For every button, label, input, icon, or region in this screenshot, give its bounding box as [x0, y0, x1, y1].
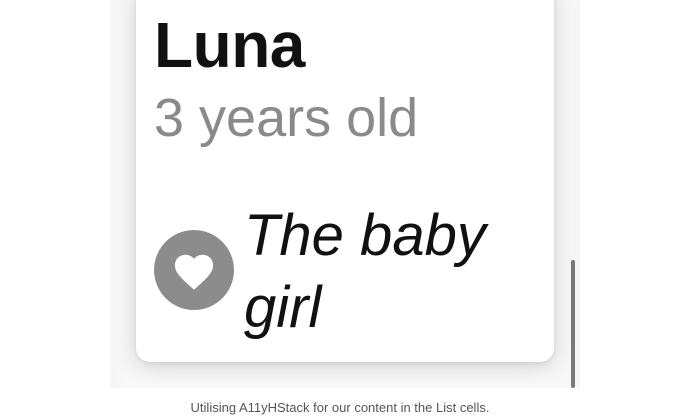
heart-badge — [154, 230, 234, 310]
screenshot-caption: Utilising A11yHStack for our content in … — [190, 400, 490, 415]
screenshot-page: Luna 3 years old The baby girl Utilising… — [0, 0, 680, 419]
pet-name: Luna — [154, 9, 305, 81]
heart-icon — [174, 254, 214, 290]
pet-nickname: The baby girl — [244, 203, 486, 340]
vertical-scrollbar[interactable] — [571, 260, 575, 388]
pet-age: 3 years old — [154, 88, 419, 148]
